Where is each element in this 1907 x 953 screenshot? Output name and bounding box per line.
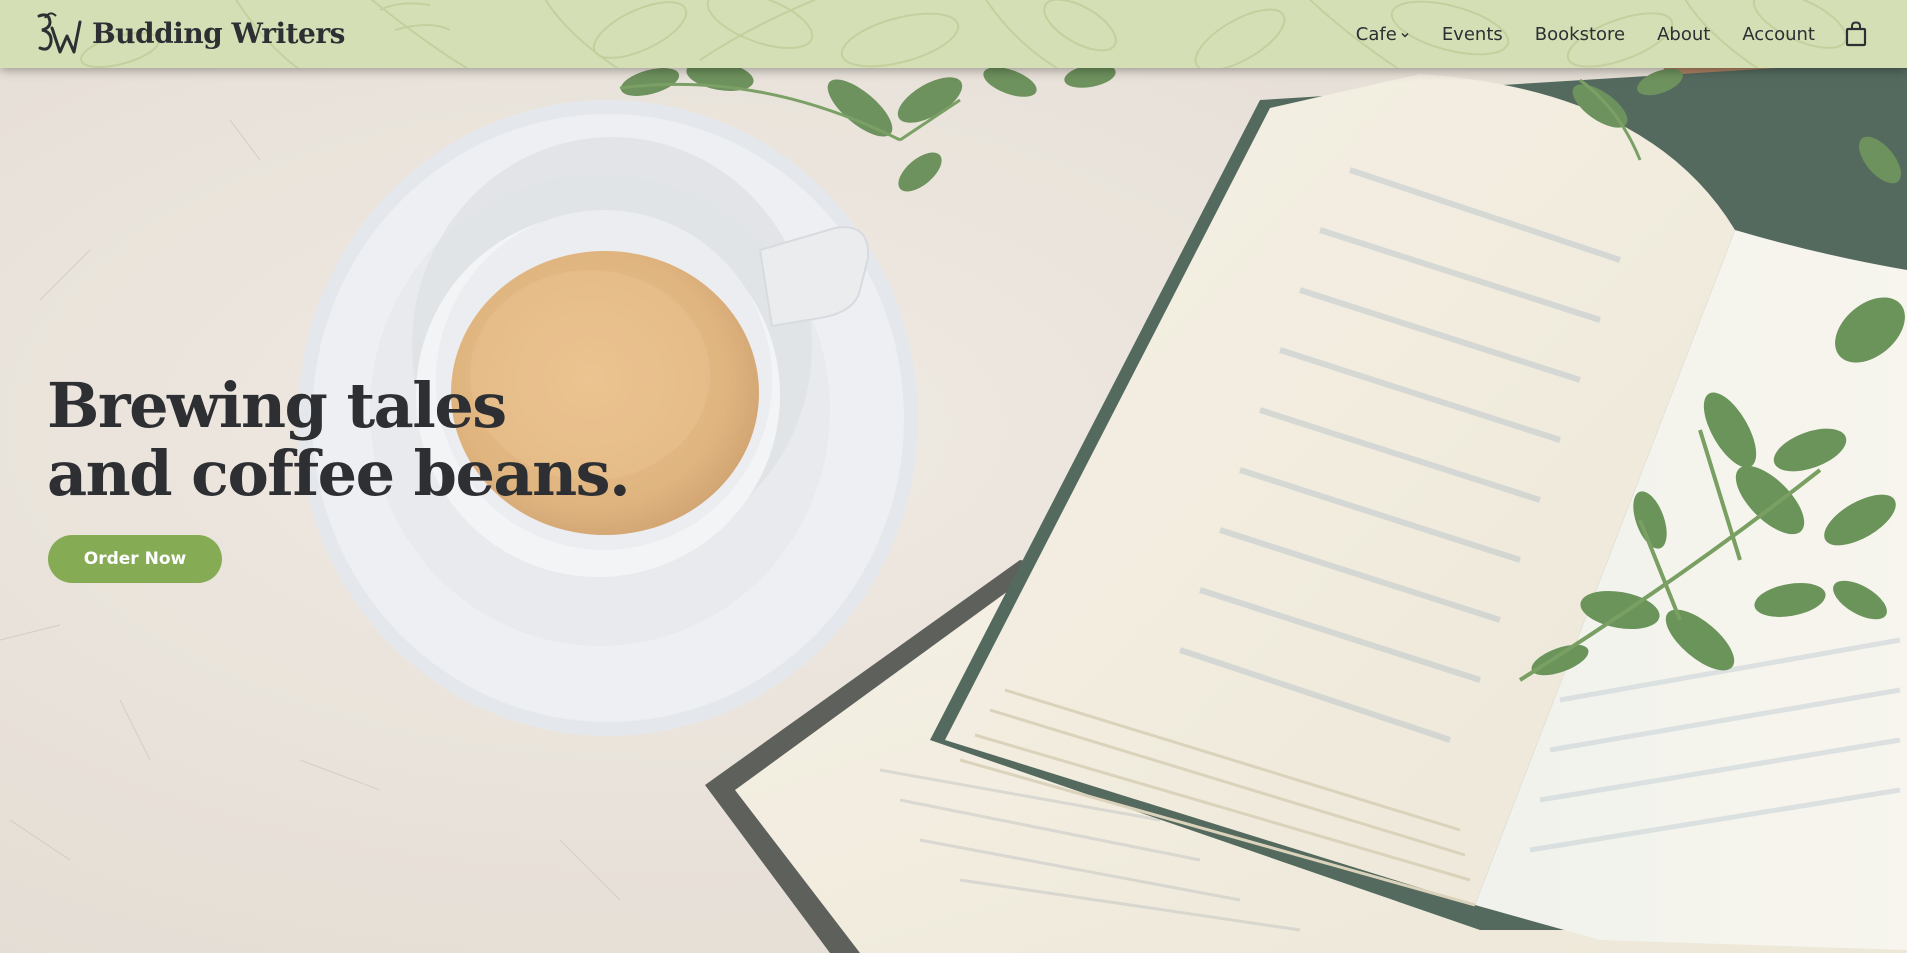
nav-item-cafe[interactable]: Cafe: [1356, 24, 1410, 45]
brand-name: Budding Writers: [92, 16, 345, 50]
hero-section: Brewing tales and coffee beans. Order No…: [0, 0, 1907, 953]
nav-item-bookstore[interactable]: Bookstore: [1535, 24, 1625, 45]
site-header: Budding Writers Cafe Events Bookstore Ab…: [0, 0, 1907, 68]
hero-headline-line-1: Brewing tales: [47, 369, 507, 442]
shopping-bag-icon[interactable]: [1845, 21, 1867, 47]
order-now-button[interactable]: Order Now: [48, 535, 222, 583]
chevron-down-icon: [1401, 32, 1409, 38]
hero-headline-line-2: and coffee beans.: [47, 437, 631, 510]
nav-item-cafe-label: Cafe: [1355, 23, 1397, 45]
budding-writers-logo-icon: [37, 12, 82, 54]
site-logo[interactable]: Budding Writers: [34, 8, 345, 58]
nav-item-events[interactable]: Events: [1442, 24, 1503, 45]
nav-item-about[interactable]: About: [1657, 24, 1710, 45]
nav-item-account[interactable]: Account: [1742, 24, 1815, 45]
hero-headline: Brewing tales and coffee beans.: [47, 369, 631, 510]
page: Brewing tales and coffee beans. Order No…: [0, 0, 1907, 953]
main-nav: Cafe Events Bookstore About Account: [1356, 0, 1867, 68]
